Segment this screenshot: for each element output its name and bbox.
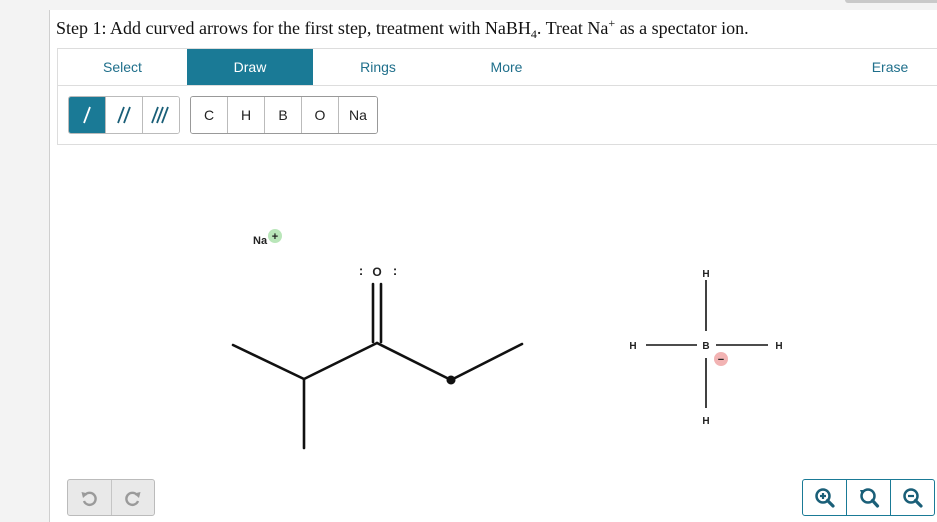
double-bond-icon (117, 106, 131, 124)
sodium-atom-label[interactable]: Na (253, 235, 268, 247)
boron-atom-label[interactable]: B (702, 341, 709, 352)
oxygen-lone-pair-right: : (393, 263, 397, 278)
double-bond-button[interactable] (106, 97, 143, 133)
triple-bond-icon (151, 106, 169, 124)
drawing-canvas[interactable]: Na + O : : H H B H H − (50, 150, 937, 480)
sodium-charge: + (272, 231, 278, 243)
redo-button[interactable] (112, 480, 155, 515)
atom-tool-group: C H B O Na (190, 96, 378, 134)
question-panel: Step 1: Add curved arrows for the first … (49, 10, 937, 522)
single-bond-icon (83, 106, 91, 124)
window-top-bar (845, 0, 937, 3)
zoom-in-button[interactable] (803, 480, 847, 515)
bond-ethyl-end[interactable] (449, 342, 524, 382)
oxygen-lone-pair-left: : (359, 263, 363, 278)
zoom-reset-button[interactable] (847, 480, 891, 515)
bond-tool-group (68, 96, 180, 134)
single-bond-button[interactable] (69, 97, 106, 133)
hydrogen-top-label[interactable]: H (702, 269, 709, 280)
tab-rings[interactable]: Rings (313, 49, 443, 85)
undo-button[interactable] (68, 480, 112, 515)
bond-to-methylene[interactable] (375, 341, 453, 382)
bond-to-carbonyl[interactable] (302, 341, 379, 381)
redo-icon (125, 491, 141, 506)
tool-tabs: Select Draw Rings More Erase (58, 49, 937, 86)
tab-select[interactable]: Select (58, 49, 187, 85)
zoom-reset-icon (859, 487, 879, 508)
atom-boron-button[interactable]: B (265, 97, 302, 133)
drawing-toolbox: Select Draw Rings More Erase C H B O Na (57, 48, 937, 145)
selected-atom-dot[interactable] (446, 375, 456, 385)
tab-more[interactable]: More (443, 49, 570, 85)
atom-carbon-button[interactable]: C (191, 97, 228, 133)
ketone-skeleton (231, 282, 524, 450)
oxygen-atom-label[interactable]: O (372, 265, 381, 279)
triple-bond-button[interactable] (143, 97, 179, 133)
tab-draw[interactable]: Draw (187, 49, 313, 85)
zoom-controls (802, 479, 935, 516)
boron-charge: − (718, 354, 724, 366)
question-prompt: Step 1: Add curved arrows for the first … (56, 16, 749, 41)
history-controls (67, 479, 155, 516)
bond-methyl-left[interactable] (231, 343, 306, 381)
atom-sodium-button[interactable]: Na (339, 97, 377, 133)
zoom-out-button[interactable] (891, 480, 934, 515)
zoom-out-icon (902, 487, 923, 508)
zoom-in-icon (814, 487, 835, 508)
tab-erase[interactable]: Erase (832, 49, 937, 85)
undo-icon (81, 491, 97, 506)
atom-hydrogen-button[interactable]: H (228, 97, 265, 133)
hydrogen-right-label[interactable]: H (775, 341, 782, 352)
hydrogen-left-label[interactable]: H (629, 341, 636, 352)
hydrogen-bottom-label[interactable]: H (702, 416, 709, 427)
atom-oxygen-button[interactable]: O (302, 97, 339, 133)
